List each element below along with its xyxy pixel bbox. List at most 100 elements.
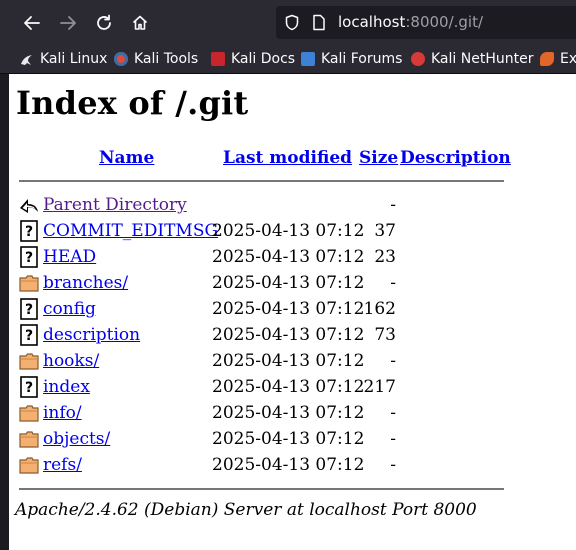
url-bar[interactable]: localhost:8000/.git/ bbox=[276, 6, 576, 39]
entry-size: 37 bbox=[374, 221, 396, 241]
table-row: objects/2025-04-13 07:12 - bbox=[9, 426, 576, 452]
home-icon bbox=[132, 15, 148, 30]
tracking-protection-shield-icon[interactable] bbox=[284, 14, 300, 31]
bookmark-label: Kali Tools bbox=[134, 51, 199, 67]
entry-last-modified: 2025-04-13 07:12 bbox=[212, 455, 365, 475]
svg-text:?: ? bbox=[25, 380, 33, 396]
bookmark-label: Kali Forums bbox=[321, 51, 403, 67]
entry-last-modified: 2025-04-13 07:12 bbox=[212, 351, 365, 371]
table-row: hooks/2025-04-13 07:12 - bbox=[9, 348, 576, 374]
entry-link[interactable]: config bbox=[43, 299, 96, 319]
entry-size: - bbox=[390, 455, 396, 475]
svg-text:?: ? bbox=[25, 250, 33, 266]
file-icon: ? bbox=[19, 220, 39, 242]
browser-toolbar: localhost:8000/.git/ bbox=[0, 0, 576, 45]
url-path: :8000/.git/ bbox=[405, 13, 484, 31]
bookmarks-toolbar: Kali Linux Kali Tools Kali Docs Kali For… bbox=[0, 45, 576, 74]
bookmark-exploit-db[interactable]: Ex bbox=[540, 50, 576, 68]
entry-size: 162 bbox=[363, 299, 396, 319]
back-button[interactable] bbox=[17, 8, 47, 38]
folder-icon bbox=[19, 428, 39, 450]
svg-text:?: ? bbox=[25, 224, 33, 240]
column-header-last-modified[interactable]: Last modified bbox=[223, 148, 352, 168]
parent-directory-icon bbox=[19, 194, 39, 216]
directory-listing-page: Index of /.git Name Last modified Size D… bbox=[9, 74, 576, 550]
entry-last-modified: 2025-04-13 07:12 bbox=[212, 403, 365, 423]
back-arrow-icon bbox=[24, 16, 40, 30]
kali-tools-icon bbox=[114, 52, 128, 66]
bookmark-label: Ex bbox=[560, 51, 576, 67]
table-row: refs/2025-04-13 07:12 - bbox=[9, 452, 576, 478]
folder-icon bbox=[19, 402, 39, 424]
bookmark-kali-tools[interactable]: Kali Tools bbox=[114, 50, 198, 68]
table-row: ? index 2025-04-13 07:12 217 bbox=[9, 374, 576, 400]
entry-size: - bbox=[390, 351, 396, 371]
reload-icon bbox=[97, 14, 111, 30]
entry-size: 217 bbox=[363, 377, 396, 397]
table-row: Parent Directory - bbox=[9, 192, 576, 218]
file-icon: ? bbox=[19, 298, 39, 320]
entry-last-modified: 2025-04-13 07:12 bbox=[212, 325, 365, 345]
entry-size: - bbox=[390, 429, 396, 449]
entry-link[interactable]: branches/ bbox=[43, 273, 128, 293]
page-info-icon[interactable] bbox=[312, 14, 326, 31]
folder-icon bbox=[19, 454, 39, 476]
entry-last-modified: 2025-04-13 07:12 bbox=[212, 247, 365, 267]
kali-dragon-icon bbox=[21, 55, 32, 65]
footer-divider bbox=[19, 488, 504, 490]
entry-size: 73 bbox=[374, 325, 396, 345]
window-edge bbox=[0, 74, 9, 550]
reload-button[interactable] bbox=[89, 8, 119, 38]
entry-link[interactable]: COMMIT_EDITMSG bbox=[43, 221, 218, 241]
folder-icon bbox=[19, 350, 39, 372]
column-header-size[interactable]: Size bbox=[359, 148, 398, 168]
entry-link[interactable]: index bbox=[43, 377, 90, 397]
entry-link[interactable]: Parent Directory bbox=[43, 195, 187, 215]
table-row: branches/2025-04-13 07:12 - bbox=[9, 270, 576, 296]
entry-link[interactable]: hooks/ bbox=[43, 351, 99, 371]
svg-text:?: ? bbox=[25, 328, 33, 344]
folder-icon bbox=[19, 272, 39, 294]
entry-last-modified: 2025-04-13 07:12 bbox=[212, 429, 365, 449]
entry-last-modified: 2025-04-13 07:12 bbox=[212, 299, 365, 319]
entry-link[interactable]: refs/ bbox=[43, 455, 82, 475]
entry-size: - bbox=[390, 195, 396, 215]
kali-forums-icon bbox=[301, 52, 315, 66]
file-icon: ? bbox=[19, 246, 39, 268]
url-host: localhost bbox=[338, 13, 406, 31]
bookmark-kali-docs[interactable]: Kali Docs bbox=[211, 50, 295, 68]
bookmark-kali-linux[interactable]: Kali Linux bbox=[20, 50, 107, 68]
bookmark-label: Kali NetHunter bbox=[431, 51, 534, 67]
svg-text:?: ? bbox=[25, 302, 33, 318]
header-divider bbox=[19, 180, 504, 182]
entry-size: 23 bbox=[374, 247, 396, 267]
forward-button[interactable] bbox=[53, 8, 83, 38]
home-button[interactable] bbox=[125, 8, 155, 38]
entry-link[interactable]: info/ bbox=[43, 403, 82, 423]
table-row: ? config 2025-04-13 07:12 162 bbox=[9, 296, 576, 322]
server-signature: Apache/2.4.62 (Debian) Server at localho… bbox=[15, 500, 477, 520]
entry-last-modified: 2025-04-13 07:12 bbox=[212, 221, 365, 241]
column-header-name[interactable]: Name bbox=[99, 148, 154, 168]
bookmark-kali-forums[interactable]: Kali Forums bbox=[301, 50, 402, 68]
entry-size: - bbox=[390, 273, 396, 293]
table-row: ? description 2025-04-13 07:12 73 bbox=[9, 322, 576, 348]
table-row: info/2025-04-13 07:12 - bbox=[9, 400, 576, 426]
page-title: Index of /.git bbox=[16, 84, 249, 122]
url-text[interactable]: localhost:8000/.git/ bbox=[338, 13, 483, 31]
table-row: ? HEAD 2025-04-13 07:12 23 bbox=[9, 244, 576, 270]
entry-last-modified: 2025-04-13 07:12 bbox=[212, 377, 365, 397]
file-icon: ? bbox=[19, 376, 39, 398]
entry-link[interactable]: objects/ bbox=[43, 429, 110, 449]
column-header-description[interactable]: Description bbox=[400, 148, 511, 168]
entry-link[interactable]: HEAD bbox=[43, 247, 96, 267]
nethunter-icon bbox=[411, 52, 425, 66]
entry-last-modified: 2025-04-13 07:12 bbox=[212, 273, 365, 293]
bookmark-label: Kali Linux bbox=[40, 51, 108, 67]
table-row: ? COMMIT_EDITMSG 2025-04-13 07:12 37 bbox=[9, 218, 576, 244]
entry-link[interactable]: description bbox=[43, 325, 140, 345]
file-icon: ? bbox=[19, 324, 39, 346]
entry-size: - bbox=[390, 403, 396, 423]
bookmark-kali-nethunter[interactable]: Kali NetHunter bbox=[411, 50, 533, 68]
exploit-db-icon bbox=[540, 52, 554, 66]
